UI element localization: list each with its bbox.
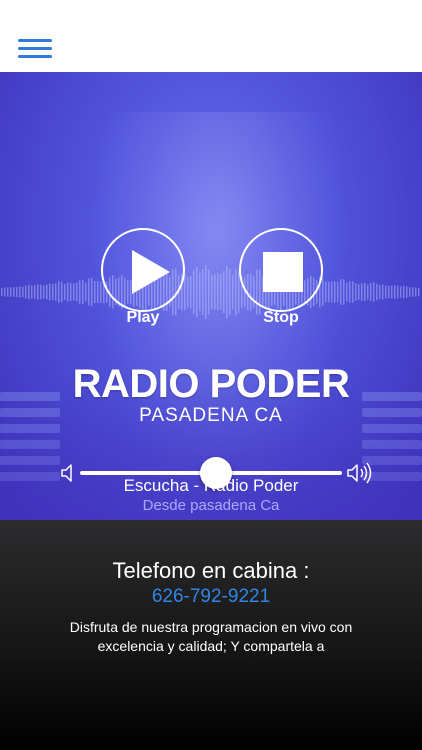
phone-number-link[interactable]: 626-792-9221 [0,586,422,608]
play-label: Play [126,309,160,326]
station-logo-title: RADIO PODER [72,362,350,406]
top-bar [0,0,422,72]
station-info-panel: Telefono en cabina : 626-792-9221 Disfru… [0,520,422,750]
player-hero: Play Stop RADIO PODER PASADENA CA [0,72,422,520]
stop-button[interactable] [239,228,323,312]
now-playing-subtitle: Desde pasadena Ca [142,497,280,514]
hamburger-menu-icon[interactable] [18,39,52,61]
volume-slider[interactable] [80,457,342,489]
play-button[interactable] [101,228,185,312]
stop-label: Stop [263,309,299,326]
now-playing-title: Escucha - Radio Poder [123,476,299,495]
phone-heading: Telefono en cabina : [112,558,310,583]
play-icon [132,250,170,294]
station-logo-subtitle: PASADENA CA [139,405,283,426]
station-description: Disfruta de nuestra programacion en vivo… [69,619,353,654]
stop-icon [263,252,303,292]
equalizer-wave-graphic [1,264,420,320]
